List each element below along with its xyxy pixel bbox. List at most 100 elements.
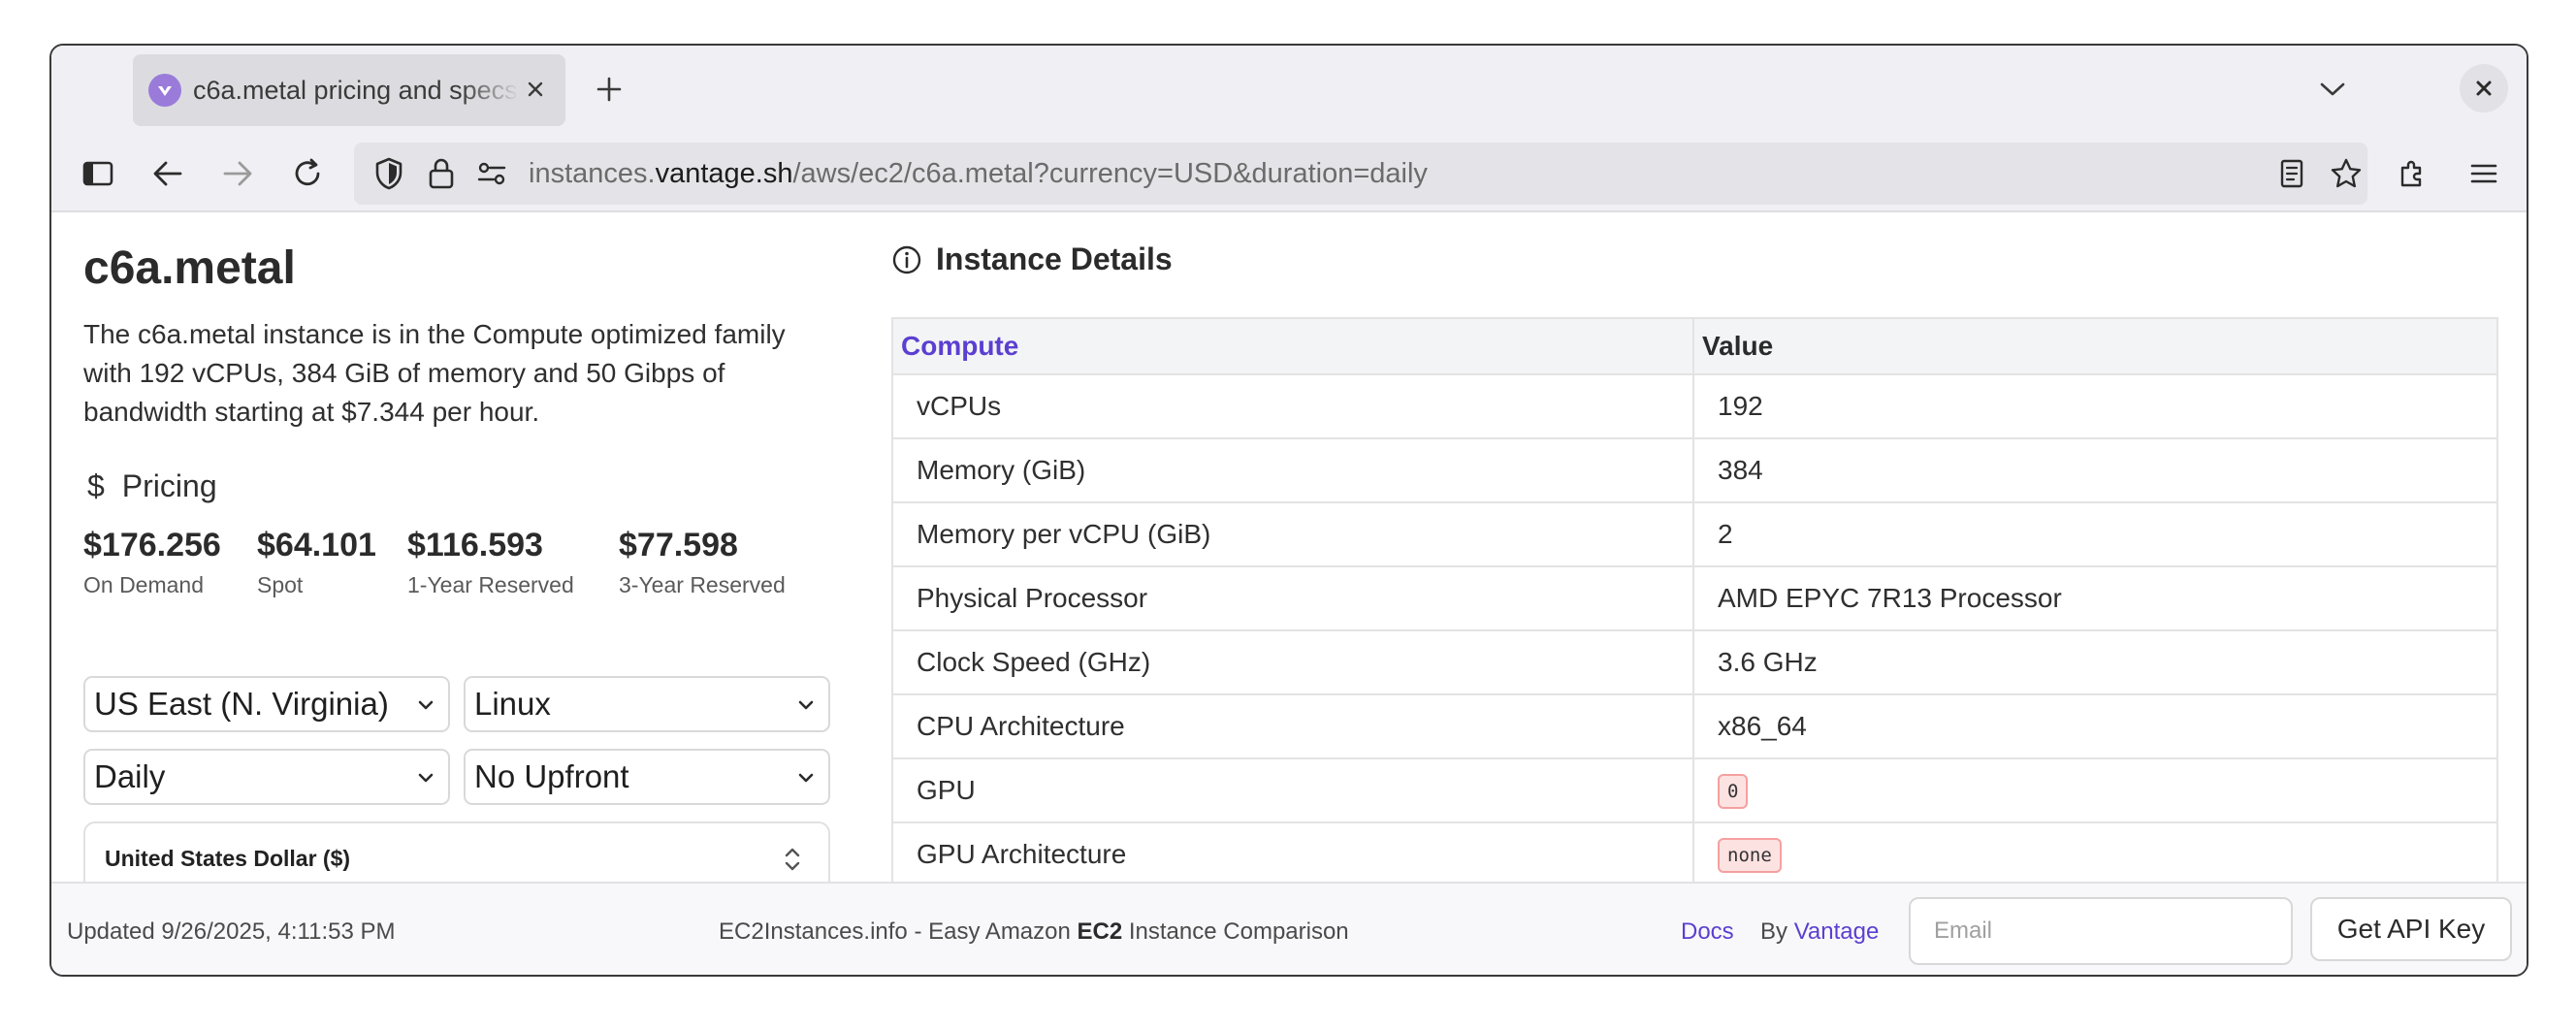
row-label: Physical Processor: [891, 565, 1694, 631]
browser-window: c6a.metal pricing and specs - Vantage: [49, 44, 2528, 977]
url-path: /aws/ec2/c6a.metal?currency=USD&duration…: [792, 158, 1428, 189]
row-label: GPU: [891, 757, 1694, 823]
lock-icon[interactable]: [422, 154, 461, 193]
vantage-favicon-icon: [148, 74, 181, 107]
price-label: 1-Year Reserved: [407, 572, 574, 597]
row-value: 2: [1692, 501, 2498, 567]
instance-details-heading: Instance Details: [891, 241, 1173, 277]
bookmark-star-icon[interactable]: [2327, 154, 2366, 193]
row-value: none: [1692, 821, 2498, 882]
extensions-puzzle-icon[interactable]: [2389, 150, 2435, 197]
page-footer: Updated 9/26/2025, 4:11:53 PM EC2Instanc…: [51, 882, 2527, 975]
column-header-value: Value: [1692, 317, 2498, 375]
value-badge: 0: [1718, 773, 1749, 809]
table-row: Memory per vCPU (GiB) 2: [891, 501, 2498, 567]
up-down-chevron-icon: [785, 848, 800, 871]
tab-strip: c6a.metal pricing and specs - Vantage: [51, 46, 2527, 135]
os-select-value: Linux: [474, 686, 551, 722]
instance-description: The c6a.metal instance is in the Compute…: [83, 319, 786, 427]
row-label: CPU Architecture: [891, 693, 1694, 759]
row-value: x86_64: [1692, 693, 2498, 759]
address-bar[interactable]: instances.vantage.sh/aws/ec2/c6a.metal?c…: [354, 143, 2367, 205]
url-text[interactable]: instances.vantage.sh/aws/ec2/c6a.metal?c…: [529, 158, 1428, 190]
row-label: Clock Speed (GHz): [891, 629, 1694, 695]
navigation-bar: instances.vantage.sh/aws/ec2/c6a.metal?c…: [51, 135, 2527, 212]
chevron-down-icon: [418, 700, 434, 710]
get-api-key-button[interactable]: Get API Key: [2310, 897, 2512, 961]
region-select[interactable]: US East (N. Virginia): [83, 676, 450, 732]
tagline-pre: EC2Instances.info - Easy Amazon: [719, 918, 1078, 945]
forward-arrow-icon[interactable]: [214, 150, 261, 197]
tracking-protection-shield-icon[interactable]: [370, 154, 408, 193]
duration-select-value: Daily: [94, 758, 166, 794]
docs-link[interactable]: Docs: [1681, 918, 1734, 946]
column-header-compute[interactable]: Compute: [891, 317, 1694, 375]
row-value: 192: [1692, 373, 2498, 439]
row-value: 0: [1692, 757, 2498, 823]
row-label: vCPUs: [891, 373, 1694, 439]
price-label: On Demand: [83, 572, 205, 597]
table-row: Clock Speed (GHz) 3.6 GHz: [891, 629, 2498, 695]
price-1yr-reserved: $116.593 1-Year Reserved: [407, 527, 574, 598]
new-tab-plus-icon[interactable]: [585, 65, 633, 113]
price-label: Spot: [257, 572, 304, 597]
page-content: c6a.metal The c6a.metal instance is in t…: [51, 212, 2527, 882]
by-vantage: By Vantage: [1760, 918, 1879, 946]
price-label: 3-Year Reserved: [619, 572, 786, 597]
reload-icon[interactable]: [284, 150, 331, 197]
reserved-term-select[interactable]: No Upfront: [464, 749, 830, 805]
back-arrow-icon[interactable]: [145, 150, 191, 197]
browser-tab-active[interactable]: c6a.metal pricing and specs - Vantage: [133, 54, 565, 126]
url-prefix: instances.: [529, 158, 656, 189]
table-row: vCPUs 192: [891, 373, 2498, 439]
page-title: c6a.metal: [83, 242, 296, 294]
updated-timestamp: Updated 9/26/2025, 4:11:53 PM: [67, 918, 396, 945]
price-value: $77.598: [619, 527, 738, 563]
table-row: CPU Architecture x86_64: [891, 693, 2498, 759]
table-row: Memory (GiB) 384: [891, 437, 2498, 503]
price-on-demand: $176.256 On Demand: [83, 527, 221, 598]
tab-close-icon[interactable]: [519, 73, 552, 106]
window-close-icon[interactable]: [2460, 64, 2508, 113]
reserved-term-select-value: No Upfront: [474, 758, 629, 794]
currency-select-value: United States Dollar ($): [105, 845, 351, 871]
site-tagline: EC2Instances.info - Easy Amazon EC2 Inst…: [719, 918, 1349, 946]
chevron-down-icon: [798, 700, 814, 710]
email-input[interactable]: [1909, 897, 2293, 965]
value-badge: none: [1718, 837, 1782, 873]
pricing-heading: $ Pricing: [83, 468, 217, 504]
row-value: 384: [1692, 437, 2498, 503]
tab-title: c6a.metal pricing and specs - Vantage: [193, 76, 519, 105]
pricing-heading-label: Pricing: [121, 468, 217, 503]
table-row: GPU 0: [891, 757, 2498, 823]
vantage-link[interactable]: Vantage: [1794, 918, 1880, 945]
permissions-icon[interactable]: [472, 154, 511, 193]
row-label: Memory per vCPU (GiB): [891, 501, 1694, 567]
price-value: $64.101: [257, 527, 376, 563]
table-row: Physical Processor AMD EPYC 7R13 Process…: [891, 565, 2498, 631]
dollar-icon: $: [87, 468, 105, 503]
row-value: 3.6 GHz: [1692, 629, 2498, 695]
currency-select[interactable]: United States Dollar ($): [83, 821, 830, 882]
duration-select[interactable]: Daily: [83, 749, 450, 805]
price-spot: $64.101 Spot: [257, 527, 376, 598]
url-host: vantage.sh: [655, 158, 793, 189]
info-circle-icon: [892, 245, 921, 274]
reader-view-icon[interactable]: [2272, 154, 2311, 193]
chevron-down-icon: [418, 773, 434, 783]
tagline-post: Instance Comparison: [1122, 918, 1349, 945]
os-select[interactable]: Linux: [464, 676, 830, 732]
by-label: By: [1760, 918, 1794, 945]
hamburger-menu-icon[interactable]: [2461, 150, 2507, 197]
row-label: GPU Architecture: [891, 821, 1694, 882]
table-row: GPU Architecture none: [891, 821, 2498, 882]
row-value: AMD EPYC 7R13 Processor: [1692, 565, 2498, 631]
list-all-tabs-chevron-icon[interactable]: [2308, 65, 2357, 113]
chevron-down-icon: [798, 773, 814, 783]
price-value: $116.593: [407, 527, 543, 563]
table-header-row: Compute Value: [891, 317, 2498, 375]
region-select-value: US East (N. Virginia): [94, 686, 389, 722]
instance-details-table: Compute Value vCPUs 192 Memory (GiB) 384…: [891, 317, 2498, 882]
sidebar-toggle-icon[interactable]: [75, 150, 121, 197]
price-3yr-reserved: $77.598 3-Year Reserved: [619, 527, 786, 598]
